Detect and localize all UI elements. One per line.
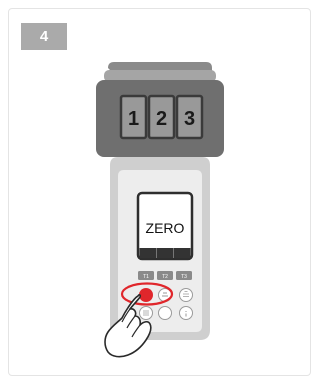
device-illustration: 1 2 3 ZERO T1 T2 T3 bbox=[96, 62, 224, 358]
menu-button[interactable] bbox=[179, 288, 193, 302]
display-screen: ZERO bbox=[136, 191, 194, 261]
tab-key-t3-label: T3 bbox=[181, 274, 187, 280]
tab-key-t2-label: T2 bbox=[162, 274, 168, 280]
zero-button[interactable] bbox=[139, 288, 153, 302]
cuvette-slot-label-3: 3 bbox=[184, 108, 195, 130]
cuvette-slots: 1 2 3 bbox=[119, 94, 204, 140]
display-text: ZERO bbox=[146, 220, 185, 236]
display-softkey-bar bbox=[139, 248, 191, 258]
tab-key-t1-label: T1 bbox=[143, 274, 149, 280]
cuvette-slot-label-2: 2 bbox=[156, 108, 167, 130]
tab-keys: T1 T2 T3 bbox=[138, 271, 192, 280]
cuvette-slot-label-1: 1 bbox=[128, 108, 139, 130]
info-button[interactable] bbox=[179, 306, 193, 320]
center-button[interactable] bbox=[158, 306, 172, 320]
